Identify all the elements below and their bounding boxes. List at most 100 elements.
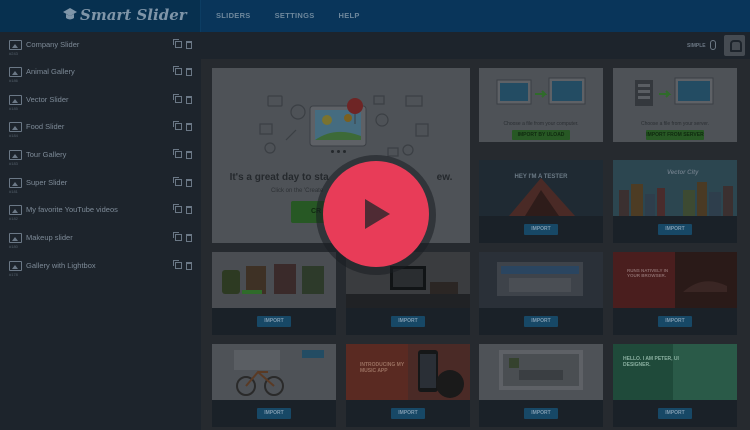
slider-item-id: #182 — [9, 216, 18, 221]
image-icon — [9, 67, 22, 77]
template-text: HELLO. I AM PETER, UI DESIGNER. — [623, 356, 679, 368]
slider-item-id: #183 — [9, 161, 18, 166]
slider-item-label: Super Slider — [26, 178, 68, 187]
trash-icon[interactable] — [186, 123, 192, 131]
slider-item[interactable]: Animal Gallery #186 — [0, 59, 201, 86]
slider-item-id: #186 — [9, 78, 18, 83]
trash-icon[interactable] — [186, 234, 192, 242]
import-button[interactable]: IMPORT — [658, 408, 692, 419]
slider-item[interactable]: Food Slider #184 — [0, 114, 201, 141]
template-card[interactable]: Vector City IMPORT — [613, 160, 737, 243]
template-thumb — [212, 344, 336, 400]
duplicate-icon[interactable] — [173, 94, 182, 103]
slider-item[interactable]: Vector Slider #185 — [0, 87, 201, 114]
import-by-upload-button[interactable]: IMPORT BY ULOAD — [512, 130, 570, 140]
trash-icon[interactable] — [186, 41, 192, 49]
template-text: HEY I'M A TESTER — [514, 174, 568, 180]
slider-item[interactable]: Tour Gallery #183 — [0, 142, 201, 169]
top-bar: Smart Slider SLIDERS SETTINGS HELP — [0, 0, 750, 32]
template-card[interactable]: IMPORT — [479, 344, 603, 427]
import-server-caption: Choose a file from your server. — [640, 121, 710, 127]
template-text: RUNS NATIVELY IN YOUR BROWSER. — [627, 268, 669, 278]
slider-item[interactable]: Makeup slider #180 — [0, 225, 201, 252]
import-button[interactable]: IMPORT — [524, 408, 558, 419]
app-logo[interactable]: Smart Slider — [0, 0, 201, 32]
slider-item-label: Company Slider — [26, 40, 80, 49]
duplicate-icon[interactable] — [173, 260, 182, 269]
template-card[interactable]: INTRODUCING MY MUSIC APP IMPORT — [346, 344, 470, 427]
template-thumb — [613, 252, 737, 308]
template-card[interactable]: HELLO. I AM PETER, UI DESIGNER. IMPORT — [613, 344, 737, 427]
import-button[interactable]: IMPORT — [391, 316, 425, 327]
slider-item-id: #184 — [9, 133, 18, 138]
slider-item[interactable]: Gallery with Lightbox #178 — [0, 253, 201, 280]
import-button[interactable]: IMPORT — [524, 316, 558, 327]
nav-settings[interactable]: SETTINGS — [275, 0, 315, 32]
template-card[interactable]: RUNS NATIVELY IN YOUR BROWSER. IMPORT — [613, 252, 737, 335]
duplicate-icon[interactable] — [173, 177, 182, 186]
slider-item-label: Vector Slider — [26, 95, 69, 104]
template-card[interactable]: IMPORT — [212, 344, 336, 427]
trash-icon[interactable] — [186, 179, 192, 187]
import-computer-caption: Choose a file from your computer. — [503, 121, 579, 127]
carousel-dots — [331, 150, 346, 153]
slider-item[interactable]: Super Slider #181 — [0, 170, 201, 197]
slider-item-label: Makeup slider — [26, 233, 73, 242]
mode-toggle[interactable] — [710, 40, 716, 50]
nav-sliders[interactable]: SLIDERS — [216, 0, 251, 32]
play-icon — [365, 199, 390, 229]
graduation-cap-icon — [63, 8, 77, 20]
image-icon — [9, 261, 22, 271]
template-thumb — [479, 160, 603, 216]
computer-illustration — [496, 77, 586, 105]
welcome-title-head: It's a great day to sta — [229, 172, 329, 183]
slider-item-id: #185 — [9, 106, 18, 111]
trash-icon[interactable] — [186, 96, 192, 104]
duplicate-icon[interactable] — [173, 39, 182, 48]
import-button[interactable]: IMPORT — [524, 224, 558, 235]
duplicate-icon[interactable] — [173, 66, 182, 75]
main-content: SIMPLE It's a great day to sta ew. Click… — [201, 32, 750, 430]
import-button[interactable]: IMPORT — [658, 316, 692, 327]
slider-item-id: #180 — [9, 244, 18, 249]
trash-icon[interactable] — [186, 206, 192, 214]
template-thumb — [613, 160, 737, 216]
trash-icon[interactable] — [186, 262, 192, 270]
import-from-computer-card: Choose a file from your computer. IMPORT… — [479, 68, 603, 142]
image-icon — [9, 122, 22, 132]
template-card[interactable]: IMPORT — [212, 252, 336, 335]
image-icon — [9, 233, 22, 243]
image-icon — [9, 205, 22, 215]
duplicate-icon[interactable] — [173, 204, 182, 213]
image-icon — [9, 95, 22, 105]
welcome-title-tail: ew. — [436, 172, 453, 183]
slider-item[interactable]: My favorite YouTube videos #182 — [0, 197, 201, 224]
import-button[interactable]: IMPORT — [391, 408, 425, 419]
duplicate-icon[interactable] — [173, 232, 182, 241]
slider-item[interactable]: Company Slider #243 — [0, 32, 201, 59]
template-card[interactable]: HEY I'M A TESTER IMPORT — [479, 160, 603, 243]
bell-icon[interactable] — [724, 35, 745, 56]
duplicate-icon[interactable] — [173, 149, 182, 158]
slider-item-label: My favorite YouTube videos — [26, 205, 118, 214]
slider-list-sidebar: Company Slider #243 Animal Gallery #186 … — [0, 32, 201, 430]
duplicate-icon[interactable] — [173, 121, 182, 130]
slider-item-label: Food Slider — [26, 122, 65, 131]
template-thumb — [479, 344, 603, 400]
import-button[interactable]: IMPORT — [257, 408, 291, 419]
mode-label: SIMPLE — [687, 43, 706, 49]
import-from-server-card: Choose a file from your server. IMPORT F… — [613, 68, 737, 142]
server-illustration — [635, 77, 714, 106]
import-from-server-button[interactable]: IMPORT FROM SERVER — [646, 130, 704, 140]
trash-icon[interactable] — [186, 68, 192, 76]
nav-help[interactable]: HELP — [339, 0, 360, 32]
template-thumb — [212, 252, 336, 308]
import-button[interactable]: IMPORT — [257, 316, 291, 327]
slider-item-id: #243 — [9, 51, 18, 56]
template-thumb — [479, 252, 603, 308]
template-thumb — [613, 344, 737, 400]
import-button[interactable]: IMPORT — [658, 224, 692, 235]
trash-icon[interactable] — [186, 151, 192, 159]
template-card[interactable]: IMPORT — [479, 252, 603, 335]
slider-item-label: Animal Gallery — [26, 67, 75, 76]
